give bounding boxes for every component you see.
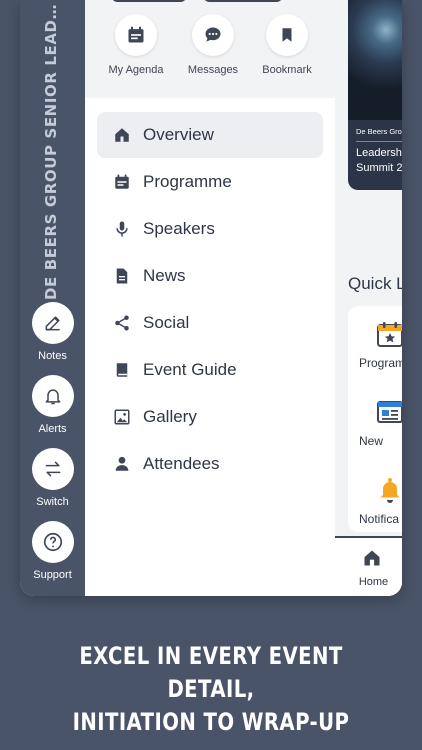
nav-label-overview: Overview [143, 125, 214, 144]
pencil-icon [45, 316, 60, 331]
nav-item-event-guide[interactable]: Event Guide [97, 347, 323, 393]
microphone-icon [116, 221, 128, 237]
nav-item-overview[interactable]: Overview [97, 112, 323, 158]
document-icon [116, 268, 128, 284]
banner-image [348, 0, 402, 120]
bookmark-label: Bookmark [262, 64, 312, 76]
nav-label-social: Social [143, 313, 190, 332]
nav-item-attendees[interactable]: Attendees [97, 441, 323, 487]
switch-label: Switch [36, 496, 69, 508]
nav-label-speakers: Speakers [143, 219, 215, 238]
calendar-icon [115, 174, 129, 189]
my-agenda-button[interactable]: My Agenda [96, 14, 176, 76]
bookmark-button[interactable]: Bookmark [247, 14, 327, 76]
person-icon [115, 456, 129, 471]
help-circle-icon [43, 532, 62, 552]
my-agenda-label: My Agenda [108, 64, 164, 76]
nav-label-news: News [143, 266, 186, 285]
banner-divider [356, 141, 402, 142]
navigation-drawer: My Agenda Messages Bookmark Overview Pro… [85, 0, 335, 596]
caption-line-2: INITIATION TO WRAP-UP [72, 708, 350, 736]
nav-label-programme: Programme [143, 172, 232, 191]
caption-line-1: EXCEL IN EVERY EVENT DETAIL, [79, 642, 343, 703]
home-page-peek: De Beers Gro Leadershi Summit 2 Quick L … [335, 0, 402, 596]
quick-links-card: Program New Notifica [348, 306, 402, 532]
messages-button[interactable]: Messages [173, 14, 253, 76]
messages-label: Messages [187, 64, 239, 76]
quick-link-notifications-label: Notifica [359, 512, 400, 526]
top-pill [204, 0, 282, 2]
top-pill [112, 0, 186, 2]
tab-home-label: Home [358, 576, 389, 588]
marketing-caption: EXCEL IN EVERY EVENT DETAIL, INITIATION … [38, 640, 384, 739]
image-icon [114, 409, 130, 425]
alerts-button[interactable]: Alerts [20, 375, 85, 435]
nav-item-social[interactable]: Social [97, 300, 323, 346]
home-icon [364, 550, 380, 566]
quick-links-heading: Quick L [348, 274, 402, 293]
notes-label: Notes [38, 350, 67, 362]
app-screen: DE BEERS GROUP SENIOR LEADERSHIP C... No… [20, 0, 402, 596]
banner-title-line2: Summit 2 [356, 162, 402, 174]
calendar-icon [128, 26, 144, 43]
support-label: Support [33, 569, 72, 581]
tab-home[interactable]: Home [335, 536, 402, 596]
support-button[interactable]: Support [20, 521, 85, 581]
nav-item-news[interactable]: News [97, 253, 323, 299]
nav-label-attendees: Attendees [143, 454, 220, 473]
swap-icon [45, 461, 60, 477]
nav-item-programme[interactable]: Programme [97, 159, 323, 205]
share-icon [115, 315, 129, 331]
event-banner[interactable]: De Beers Gro Leadershi Summit 2 [348, 0, 402, 190]
quick-link-news-label: New [359, 434, 384, 448]
book-icon [116, 363, 128, 377]
switch-button[interactable]: Switch [20, 448, 85, 508]
quick-link-programme-label: Program [359, 356, 402, 370]
chat-bubble-icon [205, 27, 221, 42]
notes-button[interactable]: Notes [20, 302, 85, 362]
side-rail: DE BEERS GROUP SENIOR LEADERSHIP C... No… [20, 0, 85, 596]
quick-actions-bar: My Agenda Messages Bookmark [85, 0, 335, 98]
banner-org: De Beers Gro [356, 127, 402, 136]
calendar-star-icon [377, 322, 402, 347]
bookmark-icon [282, 28, 292, 42]
nav-label-gallery: Gallery [143, 407, 197, 426]
alerts-label: Alerts [38, 423, 67, 435]
bell-icon [45, 389, 60, 405]
nav-item-gallery[interactable]: Gallery [97, 394, 323, 440]
event-title-vertical: DE BEERS GROUP SENIOR LEADERSHIP C... [42, 4, 60, 300]
nav-item-speakers[interactable]: Speakers [97, 206, 323, 252]
bell-icon [380, 478, 400, 503]
banner-title-line1: Leadershi [356, 147, 402, 159]
home-icon [115, 128, 129, 142]
newspaper-icon [377, 401, 402, 423]
nav-label-event-guide: Event Guide [143, 360, 237, 379]
